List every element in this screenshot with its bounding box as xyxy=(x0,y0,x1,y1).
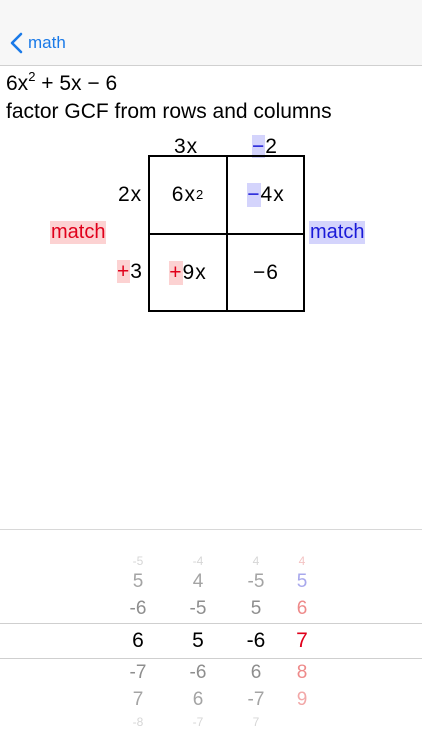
picker-item[interactable]: 4 xyxy=(168,571,228,593)
picker-item-selected[interactable]: 7 xyxy=(272,630,332,652)
picker-column-4[interactable]: 4 5 6 7 8 9 xyxy=(272,530,332,750)
picker-item[interactable]: 4 xyxy=(272,550,332,572)
navigation-bar: math xyxy=(0,0,422,66)
cell-top-left[interactable]: 6x 2 xyxy=(150,157,226,233)
picker-item[interactable]: 7 xyxy=(108,689,168,711)
chevron-left-icon xyxy=(10,32,23,54)
picker-item[interactable]: 6 xyxy=(272,598,332,620)
back-button[interactable]: math xyxy=(10,28,66,58)
cell-top-right-sign: − xyxy=(247,183,261,207)
picker-item[interactable]: -6 xyxy=(108,598,168,620)
picker-item[interactable]: -5 xyxy=(108,550,168,572)
cell-bottom-left-sign: + xyxy=(169,261,183,285)
polynomial-expression: 6x2 + 5x − 6 xyxy=(6,70,118,96)
cell-bottom-left[interactable]: +9x xyxy=(150,235,226,311)
picker-item[interactable]: 9 xyxy=(272,689,332,711)
match-label-right: match xyxy=(309,221,366,244)
picker-item[interactable]: 5 xyxy=(108,571,168,593)
picker-item[interactable]: -6 xyxy=(168,662,228,684)
picker-item[interactable]: 6 xyxy=(168,689,228,711)
row-factor-2-value: 3 xyxy=(130,260,143,283)
picker-item-selected[interactable]: 5 xyxy=(168,630,228,652)
picker-item[interactable]: 8 xyxy=(272,662,332,684)
area-model-grid: 6x 2 −4x +9x −6 xyxy=(148,155,305,312)
cell-top-right-value: 4x xyxy=(260,183,285,206)
picker-column-1[interactable]: -5 5 -6 6 -7 7 -8 xyxy=(108,530,168,750)
picker-item[interactable]: 5 xyxy=(272,571,332,593)
row-factor-2: +3 xyxy=(117,260,143,284)
picker-item[interactable]: -7 xyxy=(108,662,168,684)
cell-bottom-right[interactable]: −6 xyxy=(228,235,304,311)
row-factor-1: 2x xyxy=(118,183,143,206)
picker-item[interactable]: -4 xyxy=(168,550,228,572)
instruction-text: factor GCF from rows and columns xyxy=(6,100,332,123)
expression-rest: + 5x − 6 xyxy=(35,72,118,95)
picker-item-selected[interactable]: 6 xyxy=(108,630,168,652)
picker-item[interactable]: -5 xyxy=(168,598,228,620)
row-factor-2-sign: + xyxy=(117,260,131,283)
picker-item[interactable]: -8 xyxy=(108,711,168,733)
cell-top-left-base: 6x xyxy=(171,183,196,206)
number-picker[interactable]: -5 5 -6 6 -7 7 -8 -4 4 -5 5 -6 6 -7 4 -5… xyxy=(0,529,422,750)
cell-bottom-left-value: 9x xyxy=(182,261,207,284)
cell-top-right[interactable]: −4x xyxy=(228,157,304,233)
match-label-left: match xyxy=(50,221,107,244)
expression-lead: 6x xyxy=(6,72,29,95)
back-label: math xyxy=(28,33,66,52)
picker-column-2[interactable]: -4 4 -5 5 -6 6 -7 xyxy=(168,530,228,750)
picker-item[interactable]: -7 xyxy=(168,711,228,733)
